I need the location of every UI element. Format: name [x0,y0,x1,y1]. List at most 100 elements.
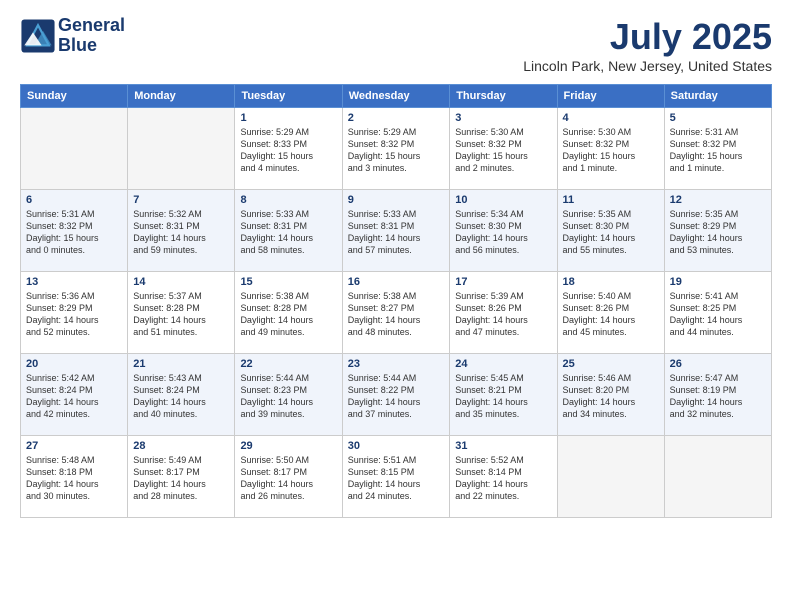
day-info: Sunrise: 5:36 AM Sunset: 8:29 PM Dayligh… [26,290,122,339]
day-info: Sunrise: 5:42 AM Sunset: 8:24 PM Dayligh… [26,372,122,421]
day-number: 18 [563,276,659,288]
calendar-day-cell: 26 Sunrise: 5:47 AM Sunset: 8:19 PM Dayli… [664,354,771,436]
day-number: 28 [133,440,229,452]
day-number: 29 [240,440,336,452]
day-number: 26 [670,358,766,370]
day-info: Sunrise: 5:29 AM Sunset: 8:33 PM Dayligh… [240,126,336,175]
calendar-day-cell: 5Sunrise: 5:31 AM Sunset: 8:32 PM Daylig… [664,108,771,190]
calendar-day-cell: 6Sunrise: 5:31 AM Sunset: 8:32 PM Daylig… [21,190,128,272]
day-info: Sunrise: 5:34 AM Sunset: 8:30 PM Dayligh… [455,208,551,257]
day-number: 27 [26,440,122,452]
calendar-week-row: 6Sunrise: 5:31 AM Sunset: 8:32 PM Daylig… [21,190,772,272]
day-info: Sunrise: 5:46 AM Sunset: 8:20 PM Dayligh… [563,372,659,421]
day-info: Sunrise: 5:41 AM Sunset: 8:25 PM Dayligh… [670,290,766,339]
logo: General Blue [20,16,125,56]
day-info: Sunrise: 5:29 AM Sunset: 8:32 PM Dayligh… [348,126,445,175]
day-info: Sunrise: 5:30 AM Sunset: 8:32 PM Dayligh… [455,126,551,175]
day-info: Sunrise: 5:35 AM Sunset: 8:30 PM Dayligh… [563,208,659,257]
day-info: Sunrise: 5:49 AM Sunset: 8:17 PM Dayligh… [133,454,229,503]
calendar-day-cell: 24Sunrise: 5:45 AM Sunset: 8:21 PM Dayli… [450,354,557,436]
day-info: Sunrise: 5:43 AM Sunset: 8:24 PM Dayligh… [133,372,229,421]
day-number: 6 [26,194,122,206]
calendar-day-cell: 2Sunrise: 5:29 AM Sunset: 8:32 PM Daylig… [342,108,450,190]
day-number: 9 [348,194,445,206]
calendar-day-cell: 8Sunrise: 5:33 AM Sunset: 8:31 PM Daylig… [235,190,342,272]
day-info: Sunrise: 5:35 AM Sunset: 8:29 PM Dayligh… [670,208,766,257]
day-number: 1 [240,112,336,124]
calendar-week-row: 13 Sunrise: 5:36 AM Sunset: 8:29 PM Dayli… [21,272,772,354]
weekday-header: Tuesday [235,85,342,108]
calendar-day-cell: 12 Sunrise: 5:35 AM Sunset: 8:29 PM Dayli… [664,190,771,272]
day-info: Sunrise: 5:30 AM Sunset: 8:32 PM Dayligh… [563,126,659,175]
day-number: 17 [455,276,551,288]
day-number: 23 [348,358,445,370]
calendar-day-cell: 4 Sunrise: 5:30 AM Sunset: 8:32 PM Daylig… [557,108,664,190]
day-number: 30 [348,440,445,452]
calendar-day-cell: 22Sunrise: 5:44 AM Sunset: 8:23 PM Dayli… [235,354,342,436]
day-info: Sunrise: 5:44 AM Sunset: 8:22 PM Dayligh… [348,372,445,421]
calendar-header-row: SundayMondayTuesdayWednesdayThursdayFrid… [21,85,772,108]
header: General Blue July 2025 Lincoln Park, New… [20,16,772,74]
day-number: 25 [563,358,659,370]
calendar-day-cell: 30 Sunrise: 5:51 AM Sunset: 8:15 PM Dayli… [342,436,450,518]
day-number: 24 [455,358,551,370]
page: General Blue July 2025 Lincoln Park, New… [0,0,792,528]
calendar-day-cell [21,108,128,190]
title-block: July 2025 Lincoln Park, New Jersey, Unit… [523,16,772,74]
day-number: 7 [133,194,229,206]
calendar-day-cell: 9 Sunrise: 5:33 AM Sunset: 8:31 PM Daylig… [342,190,450,272]
day-info: Sunrise: 5:38 AM Sunset: 8:28 PM Dayligh… [240,290,336,339]
day-number: 21 [133,358,229,370]
calendar-day-cell: 29 Sunrise: 5:50 AM Sunset: 8:17 PM Dayli… [235,436,342,518]
calendar-day-cell: 1 Sunrise: 5:29 AM Sunset: 8:33 PM Daylig… [235,108,342,190]
calendar-day-cell: 23 Sunrise: 5:44 AM Sunset: 8:22 PM Dayli… [342,354,450,436]
calendar-day-cell: 14 Sunrise: 5:37 AM Sunset: 8:28 PM Dayli… [128,272,235,354]
day-info: Sunrise: 5:33 AM Sunset: 8:31 PM Dayligh… [348,208,445,257]
logo-line2: Blue [58,36,125,56]
day-number: 3 [455,112,551,124]
day-number: 16 [348,276,445,288]
day-number: 5 [670,112,766,124]
calendar-week-row: 1 Sunrise: 5:29 AM Sunset: 8:33 PM Daylig… [21,108,772,190]
day-number: 11 [563,194,659,206]
calendar-day-cell: 10 Sunrise: 5:34 AM Sunset: 8:30 PM Dayli… [450,190,557,272]
day-number: 13 [26,276,122,288]
day-info: Sunrise: 5:52 AM Sunset: 8:14 PM Dayligh… [455,454,551,503]
day-info: Sunrise: 5:40 AM Sunset: 8:26 PM Dayligh… [563,290,659,339]
weekday-header: Saturday [664,85,771,108]
subtitle: Lincoln Park, New Jersey, United States [523,58,772,74]
day-number: 14 [133,276,229,288]
day-info: Sunrise: 5:33 AM Sunset: 8:31 PM Dayligh… [240,208,336,257]
calendar-week-row: 27 Sunrise: 5:48 AM Sunset: 8:18 PM Dayli… [21,436,772,518]
day-number: 22 [240,358,336,370]
weekday-header: Monday [128,85,235,108]
day-info: Sunrise: 5:51 AM Sunset: 8:15 PM Dayligh… [348,454,445,503]
day-number: 15 [240,276,336,288]
main-title: July 2025 [523,16,772,58]
day-number: 20 [26,358,122,370]
calendar-day-cell: 27 Sunrise: 5:48 AM Sunset: 8:18 PM Dayli… [21,436,128,518]
calendar-day-cell: 17Sunrise: 5:39 AM Sunset: 8:26 PM Dayli… [450,272,557,354]
weekday-header: Wednesday [342,85,450,108]
day-info: Sunrise: 5:50 AM Sunset: 8:17 PM Dayligh… [240,454,336,503]
weekday-header: Friday [557,85,664,108]
calendar-day-cell [557,436,664,518]
calendar-day-cell: 16 Sunrise: 5:38 AM Sunset: 8:27 PM Dayli… [342,272,450,354]
day-info: Sunrise: 5:47 AM Sunset: 8:19 PM Dayligh… [670,372,766,421]
day-info: Sunrise: 5:38 AM Sunset: 8:27 PM Dayligh… [348,290,445,339]
calendar-day-cell: 3 Sunrise: 5:30 AM Sunset: 8:32 PM Daylig… [450,108,557,190]
calendar-day-cell: 18 Sunrise: 5:40 AM Sunset: 8:26 PM Dayli… [557,272,664,354]
day-number: 12 [670,194,766,206]
calendar-day-cell: 19Sunrise: 5:41 AM Sunset: 8:25 PM Dayli… [664,272,771,354]
day-info: Sunrise: 5:37 AM Sunset: 8:28 PM Dayligh… [133,290,229,339]
day-number: 4 [563,112,659,124]
day-number: 10 [455,194,551,206]
calendar-day-cell: 15 Sunrise: 5:38 AM Sunset: 8:28 PM Dayli… [235,272,342,354]
calendar-day-cell: 11 Sunrise: 5:35 AM Sunset: 8:30 PM Dayli… [557,190,664,272]
calendar-day-cell: 20 Sunrise: 5:42 AM Sunset: 8:24 PM Dayli… [21,354,128,436]
calendar-day-cell: 28 Sunrise: 5:49 AM Sunset: 8:17 PM Dayli… [128,436,235,518]
calendar-day-cell [664,436,771,518]
day-info: Sunrise: 5:32 AM Sunset: 8:31 PM Dayligh… [133,208,229,257]
logo-icon [20,18,56,54]
day-info: Sunrise: 5:48 AM Sunset: 8:18 PM Dayligh… [26,454,122,503]
